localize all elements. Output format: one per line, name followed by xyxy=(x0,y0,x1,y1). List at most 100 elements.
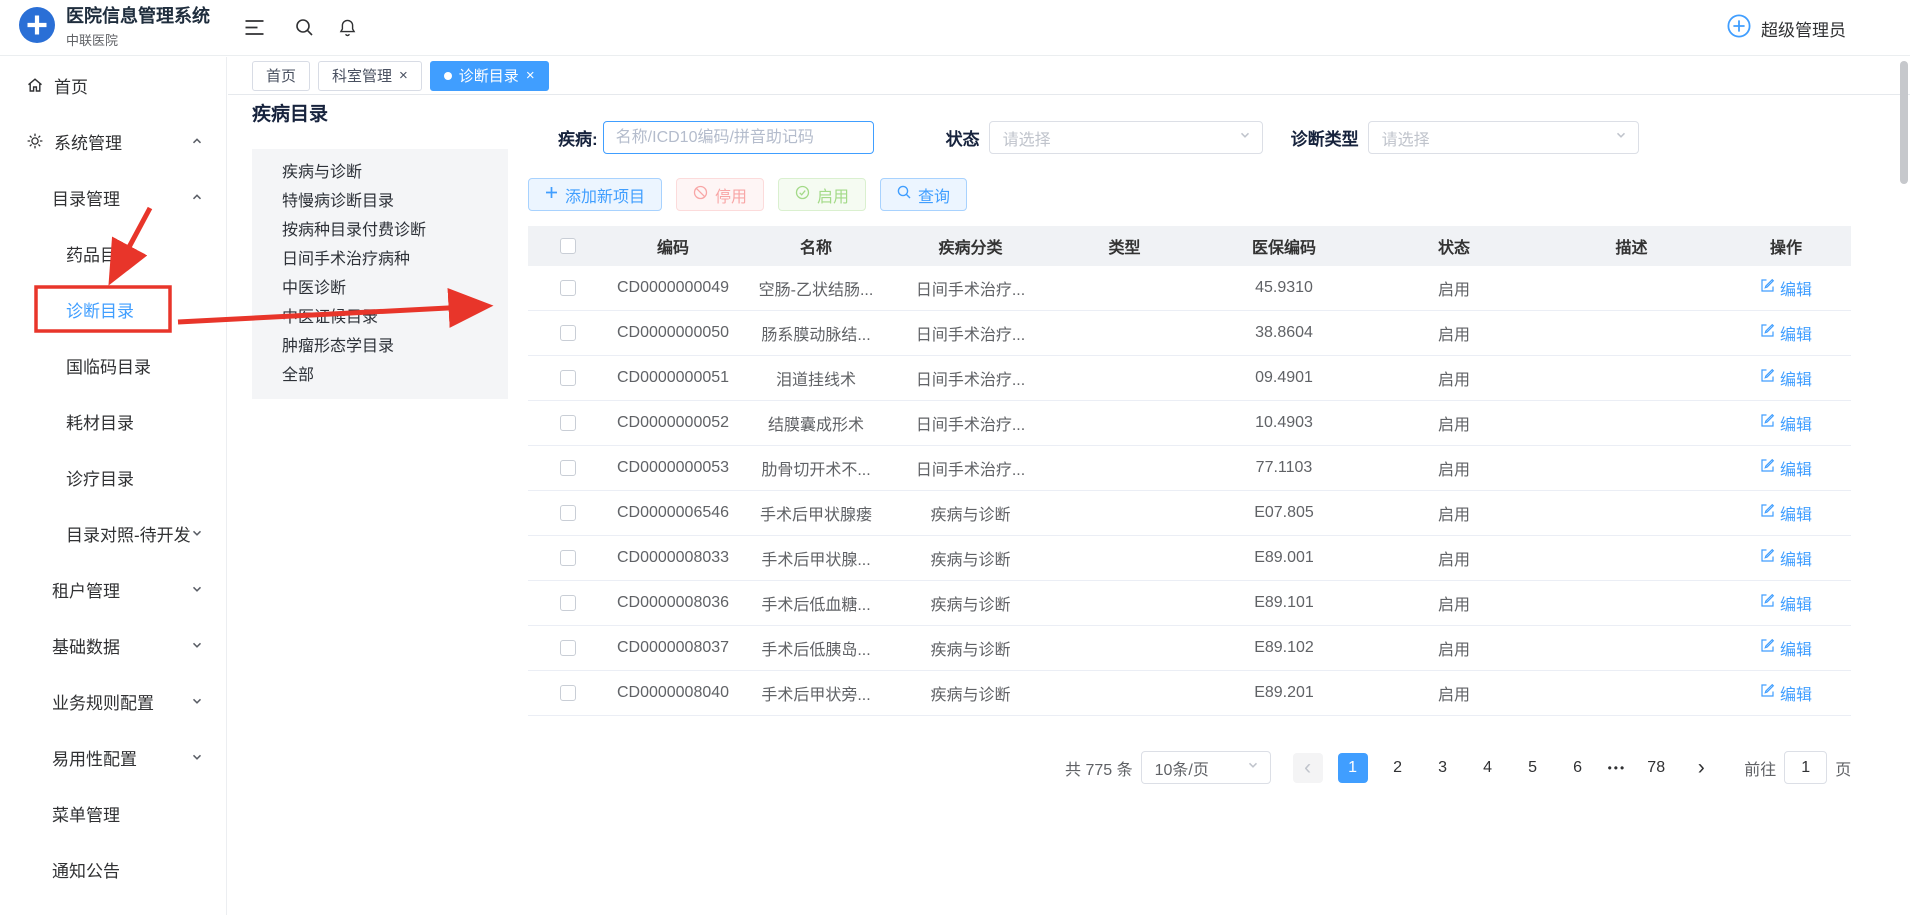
close-icon[interactable]: × xyxy=(526,68,535,83)
sidebar-item-base-data[interactable]: 基础数据 xyxy=(0,617,226,673)
cell-status: 启用 xyxy=(1366,411,1542,435)
top-header: 医院信息管理系统 中联医院 超级管理员 xyxy=(0,0,1910,56)
catalog-item[interactable]: 特慢病诊断目录 xyxy=(252,187,508,216)
vertical-scrollbar[interactable] xyxy=(1900,61,1908,184)
cell-status: 启用 xyxy=(1366,681,1542,705)
page-button-1[interactable]: 1 xyxy=(1338,753,1368,783)
catalog-item[interactable]: 中医诊断 xyxy=(252,274,508,303)
sidebar-item-catalog-management[interactable]: 目录管理 xyxy=(0,169,226,225)
page-button-5[interactable]: 5 xyxy=(1518,753,1548,783)
app-subtitle: 中联医院 xyxy=(66,30,210,49)
sidebar-item-national-code-catalog[interactable]: 国临码目录 xyxy=(0,337,226,393)
edit-icon xyxy=(1760,593,1775,613)
cell-name: 泪道挂线术 xyxy=(738,366,894,390)
page-button-last[interactable]: 78 xyxy=(1641,753,1671,783)
sidebar-item-consumable-catalog[interactable]: 耗材目录 xyxy=(0,393,226,449)
query-button[interactable]: 查询 xyxy=(880,178,967,211)
edit-button[interactable]: 编辑 xyxy=(1760,591,1812,615)
diagnosis-type-select[interactable]: 请选择 xyxy=(1368,121,1639,154)
pagination-prev-button[interactable]: ‹ xyxy=(1293,753,1323,783)
goto-page-input[interactable] xyxy=(1784,751,1827,784)
edit-button[interactable]: 编辑 xyxy=(1760,636,1812,660)
row-checkbox[interactable] xyxy=(560,685,576,701)
edit-icon xyxy=(1760,548,1775,568)
edit-button[interactable]: 编辑 xyxy=(1760,366,1812,390)
sidebar-item-business-rules[interactable]: 业务规则配置 xyxy=(0,673,226,729)
cell-code: CD0000000053 xyxy=(608,459,738,477)
page-button-6[interactable]: 6 xyxy=(1563,753,1593,783)
select-all-checkbox[interactable] xyxy=(560,238,576,254)
tab-department-management[interactable]: 科室管理× xyxy=(318,61,422,91)
sidebar-menu: 首页系统管理目录管理药品目录诊断目录国临码目录耗材目录诊疗目录目录对照-待开发租… xyxy=(0,57,226,897)
sidebar-item-label: 业务规则配置 xyxy=(52,689,154,714)
sidebar-item-system-management[interactable]: 系统管理 xyxy=(0,113,226,169)
close-icon[interactable]: × xyxy=(399,68,408,83)
page-button-2[interactable]: 2 xyxy=(1383,753,1413,783)
catalog-item[interactable]: 肿瘤形态学目录 xyxy=(252,332,508,361)
row-checkbox[interactable] xyxy=(560,595,576,611)
column-header-actions: 操作 xyxy=(1721,234,1851,258)
row-checkbox[interactable] xyxy=(560,640,576,656)
sidebar-item-label: 易用性配置 xyxy=(52,745,137,770)
tab-home[interactable]: 首页 xyxy=(252,61,310,91)
sidebar-item-menu-management[interactable]: 菜单管理 xyxy=(0,785,226,841)
sidebar-item-diagnosis-catalog[interactable]: 诊断目录 xyxy=(0,281,226,337)
catalog-item[interactable]: 日间手术治疗病种 xyxy=(252,245,508,274)
table-row: CD0000008040手术后甲状旁...疾病与诊断E89.201启用编辑 xyxy=(528,671,1851,716)
sidebar-item-treatment-catalog[interactable]: 诊疗目录 xyxy=(0,449,226,505)
gear-icon xyxy=(26,132,44,150)
row-checkbox[interactable] xyxy=(560,460,576,476)
sidebar-item-label: 药品目录 xyxy=(66,241,134,266)
tab-diagnosis-catalog[interactable]: 诊断目录× xyxy=(430,61,549,91)
row-checkbox[interactable] xyxy=(560,550,576,566)
page-button-4[interactable]: 4 xyxy=(1473,753,1503,783)
edit-button[interactable]: 编辑 xyxy=(1760,456,1812,480)
row-checkbox[interactable] xyxy=(560,505,576,521)
row-checkbox[interactable] xyxy=(560,370,576,386)
active-tab-dot xyxy=(444,72,452,80)
row-checkbox[interactable] xyxy=(560,415,576,431)
cell-category: 日间手术治疗... xyxy=(894,366,1047,390)
disable-button[interactable]: 停用 xyxy=(676,178,764,211)
catalog-item[interactable]: 按病种目录付费诊断 xyxy=(252,216,508,245)
row-checkbox[interactable] xyxy=(560,280,576,296)
table-row: CD0000006546手术后甲状腺瘘疾病与诊断E07.805启用编辑 xyxy=(528,491,1851,536)
sidebar-item-tenant-management[interactable]: 租户管理 xyxy=(0,561,226,617)
sidebar-item-label: 菜单管理 xyxy=(52,801,120,826)
disease-search-input[interactable] xyxy=(603,121,874,154)
collapse-menu-icon[interactable] xyxy=(244,19,265,36)
sidebar-item-drug-catalog[interactable]: 药品目录 xyxy=(0,225,226,281)
notification-bell-icon[interactable] xyxy=(338,18,357,38)
edit-button[interactable]: 编辑 xyxy=(1760,546,1812,570)
hospital-logo-icon xyxy=(18,6,56,49)
sidebar-item-usability-config[interactable]: 易用性配置 xyxy=(0,729,226,785)
enable-button[interactable]: 启用 xyxy=(778,178,866,211)
edit-icon xyxy=(1760,368,1775,388)
page-button-3[interactable]: 3 xyxy=(1428,753,1458,783)
cell-name: 空肠-乙状结肠... xyxy=(738,276,894,300)
pagination-next-button[interactable]: › xyxy=(1686,753,1716,783)
sidebar-item-label: 系统管理 xyxy=(54,129,122,154)
row-checkbox[interactable] xyxy=(560,325,576,341)
cell-insurance-code: 38.8604 xyxy=(1202,324,1366,342)
sidebar-item-label: 目录管理 xyxy=(52,185,120,210)
add-item-button[interactable]: 添加新项目 xyxy=(528,178,662,211)
edit-button[interactable]: 编辑 xyxy=(1760,681,1812,705)
status-select[interactable]: 请选择 xyxy=(989,121,1263,154)
pager: ‹ 123456 ••• 78 › xyxy=(1271,753,1717,783)
sidebar-item-notice[interactable]: 通知公告 xyxy=(0,841,226,897)
cell-insurance-code: E89.201 xyxy=(1202,684,1366,702)
sidebar-item-home[interactable]: 首页 xyxy=(0,57,226,113)
edit-button[interactable]: 编辑 xyxy=(1760,501,1812,525)
catalog-item[interactable]: 中医证候目录 xyxy=(252,303,508,332)
pagination-ellipsis-icon[interactable]: ••• xyxy=(1608,761,1627,775)
catalog-item[interactable]: 疾病与诊断 xyxy=(252,158,508,187)
sidebar-item-catalog-mapping[interactable]: 目录对照-待开发 xyxy=(0,505,226,561)
page-size-select[interactable]: 10条/页 xyxy=(1141,751,1271,784)
search-icon[interactable] xyxy=(295,18,314,37)
user-menu[interactable]: 超级管理员 xyxy=(1726,0,1846,56)
edit-button[interactable]: 编辑 xyxy=(1760,411,1812,435)
edit-button[interactable]: 编辑 xyxy=(1760,321,1812,345)
edit-button[interactable]: 编辑 xyxy=(1760,276,1812,300)
catalog-item[interactable]: 全部 xyxy=(252,361,508,390)
